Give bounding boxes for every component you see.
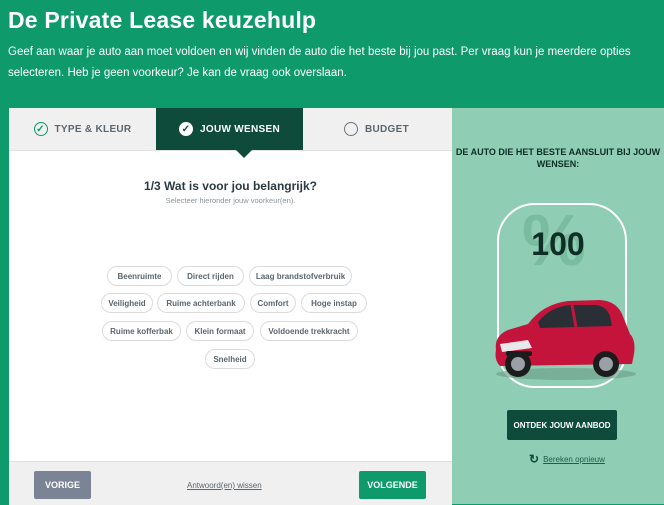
tab-label: BUDGET	[364, 123, 410, 135]
page-header: De Private Lease keuzehulp Geef aan waar…	[0, 0, 664, 108]
option-chip[interactable]: Snelheid	[205, 349, 255, 369]
recalculate-link[interactable]: ↻ Bereken opnieuw	[529, 452, 605, 466]
question-title: 1/3 Wat is voor jou belangrijk?	[144, 179, 317, 193]
check-circle-icon: ✓	[33, 122, 48, 136]
option-chip[interactable]: Klein formaat	[186, 321, 254, 341]
match-score: 100	[531, 226, 585, 262]
page-title: De Private Lease keuzehulp	[8, 7, 317, 33]
previous-button[interactable]: VORIGE	[34, 471, 91, 499]
clear-answers-link[interactable]: Antwoord(en) wissen	[187, 481, 262, 490]
question-panel: ✓ TYPE & KLEUR ✓ JOUW WENSEN BUDGET 1/3 …	[9, 108, 452, 505]
option-chip[interactable]: Ruime kofferbak	[102, 321, 181, 341]
recalculate-label: Bereken opnieuw	[543, 454, 605, 464]
option-chip[interactable]: Comfort	[250, 293, 296, 313]
tab-label: TYPE & KLEUR	[54, 123, 132, 135]
check-circle-icon: ✓	[179, 122, 193, 136]
refresh-icon: ↻	[529, 452, 540, 466]
result-sidebar: DE AUTO DIE HET BESTE AANSLUIT BIJ JOUW …	[452, 108, 664, 504]
tab-label: JOUW WENSEN	[200, 123, 280, 135]
option-chip[interactable]: Hoge instap	[301, 293, 367, 313]
tab-jouw-wensen[interactable]: ✓ JOUW WENSEN	[156, 108, 303, 150]
car-image	[495, 300, 636, 380]
tab-budget[interactable]: BUDGET	[303, 108, 450, 150]
empty-circle-icon	[343, 122, 358, 136]
discover-offer-button[interactable]: ONTDEK JOUW AANBOD	[507, 410, 617, 440]
question-subtitle: Selecteer hieronder jouw voorkeur(en).	[165, 196, 296, 205]
option-chip[interactable]: Direct rijden	[177, 266, 244, 286]
intro-text: Geef aan waar je auto aan moet voldoen e…	[8, 46, 631, 79]
option-chip[interactable]: Laag brandstofverbruik	[249, 266, 352, 286]
next-button[interactable]: VOLGENDE	[359, 471, 426, 499]
option-chip[interactable]: Ruime achterbank	[157, 293, 245, 313]
tab-type-kleur[interactable]: ✓ TYPE & KLEUR	[9, 108, 156, 150]
active-tab-pointer	[236, 150, 252, 158]
option-chip[interactable]: Voldoende trekkracht	[260, 321, 358, 341]
option-chip[interactable]: Veiligheid	[101, 293, 153, 313]
result-title: DE AUTO DIE HET BESTE AANSLUIT BIJ JOUW …	[455, 147, 661, 169]
step-tabs: ✓ TYPE & KLEUR ✓ JOUW WENSEN BUDGET	[9, 108, 452, 151]
option-chip[interactable]: Beenruimte	[107, 266, 172, 286]
